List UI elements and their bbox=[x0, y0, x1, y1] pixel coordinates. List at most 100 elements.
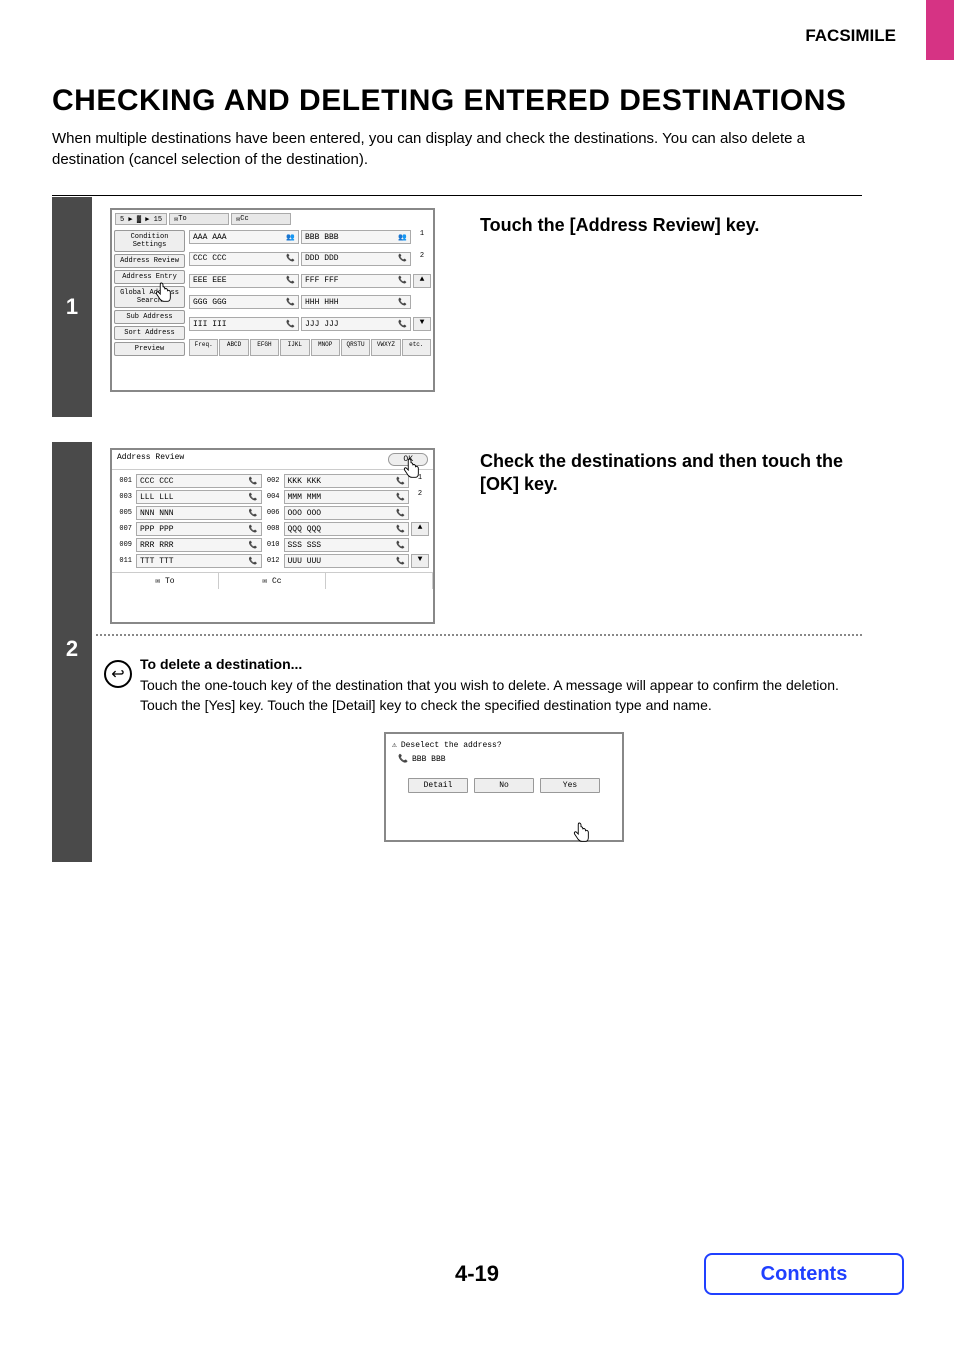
phone-icon: 📞 bbox=[286, 276, 295, 285]
onetouch-key[interactable]: CCC CCC 📞 bbox=[189, 252, 299, 266]
panel-title: Address Review bbox=[117, 453, 184, 466]
key-label: BBB BBB bbox=[305, 233, 339, 242]
key-label: HHH HHH bbox=[305, 298, 339, 307]
row-number: 004 bbox=[264, 493, 282, 501]
review-key[interactable]: OOO OOO📞 bbox=[284, 506, 410, 520]
path-indicator: 5 ▶ ▓ ▶ 15 bbox=[115, 213, 167, 225]
step1-instruction: Touch the [Address Review] key. bbox=[480, 215, 759, 236]
key-label: DDD DDD bbox=[305, 254, 339, 263]
intro-text: When multiple destinations have been ent… bbox=[52, 128, 852, 170]
cc-tab[interactable]: ✉ Cc bbox=[231, 213, 291, 225]
hand-pointer-icon bbox=[570, 822, 592, 846]
dialog-message: Deselect the address? bbox=[401, 741, 502, 750]
row-number: 007 bbox=[116, 525, 134, 533]
phone-icon: 📞 bbox=[398, 276, 407, 285]
page-total: 2 bbox=[411, 490, 429, 504]
review-key[interactable]: RRR RRR📞 bbox=[136, 538, 262, 552]
address-review-button[interactable]: Address Review bbox=[114, 254, 185, 268]
onetouch-key[interactable]: JJJ JJJ📞 bbox=[301, 317, 411, 331]
onetouch-key[interactable]: EEE EEE 📞 bbox=[189, 274, 299, 288]
phone-icon: 📞 bbox=[398, 320, 407, 329]
contents-button[interactable]: Contents bbox=[704, 1253, 904, 1295]
step2-instruction: Check the destinations and then touch th… bbox=[480, 450, 860, 497]
yes-button[interactable]: Yes bbox=[540, 778, 600, 793]
key-label: GGG GGG bbox=[193, 298, 227, 307]
scroll-up-button[interactable]: ▲ bbox=[413, 274, 431, 288]
dialog-dest: BBB BBB bbox=[412, 755, 446, 764]
alpha-tab[interactable]: VWXYZ bbox=[371, 339, 400, 356]
step-number-2: 2 bbox=[52, 442, 92, 862]
preview-button[interactable]: Preview bbox=[114, 342, 185, 356]
phone-icon: 📞 bbox=[286, 320, 295, 329]
row-number: 009 bbox=[116, 541, 134, 549]
note-title: To delete a destination... bbox=[140, 656, 302, 672]
footer-cc-tab[interactable]: ✉ Cc bbox=[219, 573, 326, 589]
onetouch-key[interactable]: HHH HHH 📞 bbox=[301, 295, 411, 309]
hand-pointer-icon bbox=[152, 282, 174, 306]
phone-icon: 📞 bbox=[286, 254, 295, 263]
to-tab[interactable]: ✉ To bbox=[169, 213, 229, 225]
scroll-up-button[interactable]: ▲ bbox=[411, 522, 429, 536]
page-title: CHECKING AND DELETING ENTERED DESTINATIO… bbox=[52, 84, 846, 118]
review-key[interactable]: LLL LLL📞 bbox=[136, 490, 262, 504]
scroll-down-button[interactable]: ▼ bbox=[411, 554, 429, 568]
section-header: FACSIMILE bbox=[805, 26, 896, 46]
warning-icon: ⚠ bbox=[392, 740, 397, 750]
note-body: Touch the one-touch key of the destinati… bbox=[140, 676, 850, 715]
review-key[interactable]: UUU UUU📞 bbox=[284, 554, 410, 568]
alpha-tab[interactable]: IJKL bbox=[280, 339, 309, 356]
row-number: 005 bbox=[116, 509, 134, 517]
key-label: III III bbox=[193, 320, 227, 329]
phone-icon: 📞 bbox=[398, 298, 407, 307]
address-entry-button[interactable]: Address Entry bbox=[114, 270, 185, 284]
group-icon: 👥 bbox=[286, 233, 295, 242]
footer-to-tab[interactable]: ✉ To bbox=[112, 573, 219, 589]
review-key[interactable]: MMM MMM📞 bbox=[284, 490, 410, 504]
phone-icon: 📞 bbox=[398, 254, 407, 263]
page-current: 1 bbox=[413, 230, 431, 250]
onetouch-key[interactable]: III III 📞 bbox=[189, 317, 299, 331]
onetouch-key[interactable]: GGG GGG 📞 bbox=[189, 295, 299, 309]
key-label: CCC CCC bbox=[193, 254, 227, 263]
alpha-tab[interactable]: etc. bbox=[402, 339, 431, 356]
review-key[interactable]: CCC CCC📞 bbox=[136, 474, 262, 488]
to-tab-label: To bbox=[178, 215, 186, 223]
review-key[interactable]: SSS SSS📞 bbox=[284, 538, 410, 552]
onetouch-key[interactable]: FFF FFF📞 bbox=[301, 274, 411, 288]
row-number: 001 bbox=[116, 477, 134, 485]
sub-address-button[interactable]: Sub Address bbox=[114, 310, 185, 324]
sort-address-button[interactable]: Sort Address bbox=[114, 326, 185, 340]
row-number: 003 bbox=[116, 493, 134, 501]
step-number-1: 1 bbox=[52, 197, 92, 417]
phone-icon: 📞 bbox=[398, 754, 408, 764]
review-key[interactable]: KKK KKK📞 bbox=[284, 474, 410, 488]
row-number: 006 bbox=[264, 509, 282, 517]
global-address-search-button[interactable]: Global Address Search bbox=[114, 286, 185, 308]
key-label: EEE EEE bbox=[193, 276, 227, 285]
row-number: 008 bbox=[264, 525, 282, 533]
detail-button[interactable]: Detail bbox=[408, 778, 468, 793]
alpha-tab[interactable]: EFGH bbox=[250, 339, 279, 356]
alpha-tab[interactable]: ABCD bbox=[219, 339, 248, 356]
onetouch-key[interactable]: BBB BBB 👥 bbox=[301, 230, 411, 244]
onetouch-key[interactable]: DDD DDD 📞 bbox=[301, 252, 411, 266]
row-number: 010 bbox=[264, 541, 282, 549]
phone-icon: 📞 bbox=[286, 298, 295, 307]
review-key[interactable]: PPP PPP📞 bbox=[136, 522, 262, 536]
condition-settings-button[interactable]: Condition Settings bbox=[114, 230, 185, 252]
review-key[interactable]: NNN NNN📞 bbox=[136, 506, 262, 520]
separator bbox=[52, 195, 862, 196]
review-key[interactable]: TTT TTT📞 bbox=[136, 554, 262, 568]
review-key[interactable]: QQQ QQQ📞 bbox=[284, 522, 410, 536]
key-label: AAA AAA bbox=[193, 233, 227, 242]
alpha-tab[interactable]: Freq. bbox=[189, 339, 218, 356]
page-total: 2 bbox=[413, 252, 431, 272]
cc-tab-label: Cc bbox=[240, 215, 248, 223]
alpha-tab[interactable]: MNOP bbox=[311, 339, 340, 356]
footer-to-label: To bbox=[165, 577, 175, 586]
alpha-tab[interactable]: QRSTU bbox=[341, 339, 370, 356]
scroll-down-button[interactable]: ▼ bbox=[413, 317, 431, 331]
no-button[interactable]: No bbox=[474, 778, 534, 793]
onetouch-key[interactable]: AAA AAA 👥 bbox=[189, 230, 299, 244]
group-icon: 👥 bbox=[398, 233, 407, 242]
